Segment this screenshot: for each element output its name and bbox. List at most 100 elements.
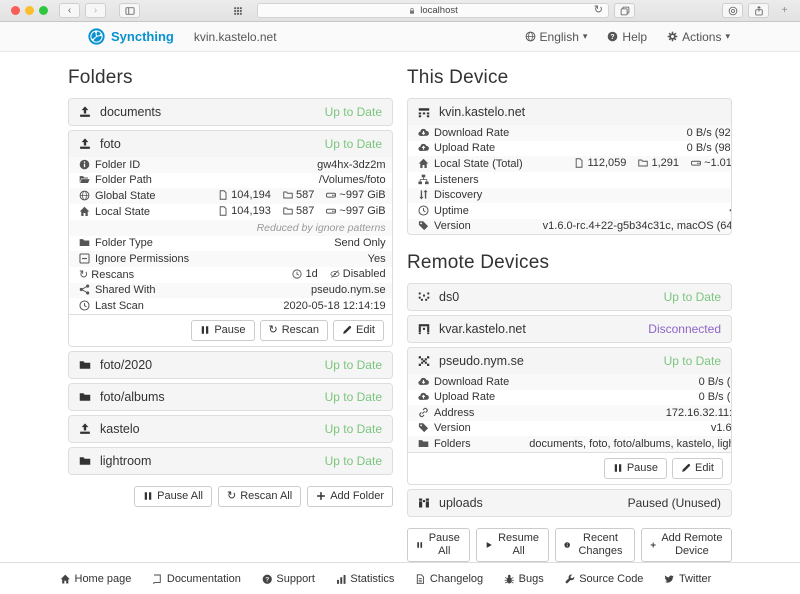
device-row-kvar[interactable]: kvar.kastelo.net Disconnected <box>408 316 731 342</box>
chevron-down-icon: ▾ <box>725 31 730 42</box>
pause-device-button[interactable]: Pause <box>604 458 667 479</box>
reader-button[interactable] <box>722 3 743 18</box>
bug-icon <box>504 574 515 585</box>
pause-button[interactable]: Pause <box>191 320 254 341</box>
help-label: Help <box>622 30 647 44</box>
tab-overview-icon[interactable] <box>227 3 248 18</box>
folder-row-lightroom[interactable]: lightroom Up to Date <box>69 448 392 474</box>
folder-name: documents <box>100 105 161 119</box>
forward-button[interactable]: › <box>85 3 106 18</box>
folder-icon <box>79 237 90 248</box>
row-address: Address 172.16.32.11:22000 <box>408 405 732 421</box>
documentation-link[interactable]: Documentation <box>152 573 241 585</box>
help-link[interactable]: Help <box>607 30 647 44</box>
folder-row-kastelo[interactable]: kastelo Up to Date <box>69 416 392 442</box>
folder-name: kastelo <box>100 422 140 436</box>
twitter-link[interactable]: Twitter <box>664 573 711 585</box>
edit-device-button[interactable]: Edit <box>672 458 723 479</box>
reload-button[interactable]: ↻ <box>594 5 603 16</box>
device-row-pseudo[interactable]: pseudo.nym.se Up to Date <box>408 348 731 374</box>
minimize-window-button[interactable] <box>25 6 34 15</box>
file-icon <box>218 190 228 200</box>
device-panel-kvar: kvar.kastelo.net Disconnected <box>407 315 732 343</box>
this-device-table: Download Rate 0 B/s (928 B) Upload Rate … <box>408 125 732 234</box>
row-local-state: Local State 104,193 587 ~997 GiB <box>69 204 393 220</box>
folder-icon <box>79 455 91 467</box>
row-folder-type: Folder Type Send Only <box>69 236 393 252</box>
pause-all-folders-button[interactable]: Pause All <box>134 486 212 507</box>
this-device-row[interactable]: kvin.kastelo.net <box>408 99 731 125</box>
folder-row-documents[interactable]: documents Up to Date <box>69 99 392 125</box>
folder-panel-documents: documents Up to Date <box>68 98 393 126</box>
folders-title: Folders <box>68 67 393 89</box>
rescan-all-button[interactable]: ↻Rescan All <box>218 486 301 507</box>
pause-icon <box>416 540 423 550</box>
folder-icon <box>79 359 91 371</box>
book-icon <box>152 574 163 585</box>
folder-row-foto-albums[interactable]: foto/albums Up to Date <box>69 384 392 410</box>
pause-all-devices-button[interactable]: Pause All <box>407 528 470 562</box>
back-button[interactable]: ‹ <box>59 3 80 18</box>
folder-actions: Pause ↻Rescan Edit <box>69 314 392 346</box>
upload-folder-icon <box>79 138 91 150</box>
device-row-ds0[interactable]: ds0 Up to Date <box>408 284 731 310</box>
device-identicon <box>418 291 430 303</box>
clock-icon <box>292 269 302 279</box>
support-link[interactable]: Support <box>262 573 315 585</box>
device-identicon <box>418 355 430 367</box>
sidebar-toggle-button[interactable] <box>119 3 140 18</box>
rescan-button[interactable]: ↻Rescan <box>260 320 329 341</box>
plus-icon <box>650 540 656 550</box>
row-global-state: Global State 104,194 587 ~997 GiB <box>69 188 393 204</box>
chevron-down-icon: ▾ <box>583 31 588 42</box>
folder-icon <box>79 391 91 403</box>
folders-footer-actions: Pause All ↻Rescan All Add Folder <box>68 486 393 507</box>
play-icon <box>485 540 493 550</box>
zoom-window-button[interactable] <box>39 6 48 15</box>
bugs-link[interactable]: Bugs <box>504 573 544 585</box>
changelog-link[interactable]: Changelog <box>415 573 483 585</box>
hdd-icon <box>326 190 336 200</box>
statistics-link[interactable]: Statistics <box>336 573 395 585</box>
devices-column: This Device kvin.kastelo.net Download Ra… <box>407 52 732 562</box>
address-bar[interactable]: localhost ↻ <box>257 3 609 18</box>
clock-icon <box>418 205 429 216</box>
row-shared-with: Shared With pseudo.nym.se <box>69 283 393 299</box>
device-row-uploads[interactable]: uploads Paused (Unused) <box>408 490 731 516</box>
lock-icon <box>408 7 416 15</box>
device-name: uploads <box>439 496 483 510</box>
status-badge: Up to Date <box>664 354 721 368</box>
folder-panel-kastelo: kastelo Up to Date <box>68 415 393 443</box>
folder-panel-lightroom: lightroom Up to Date <box>68 447 393 475</box>
share-button[interactable] <box>748 3 769 18</box>
folder-name: foto <box>100 137 121 151</box>
device-name: kvin.kastelo.net <box>439 105 525 119</box>
cloud-upload-icon <box>418 391 429 402</box>
language-dropdown[interactable]: English ▾ <box>525 30 588 44</box>
folder-details-table: Folder ID gw4hx-3dz2m Folder Path /Volum… <box>69 157 393 314</box>
source-code-link[interactable]: Source Code <box>565 573 644 585</box>
pencil-icon <box>342 325 352 335</box>
pause-icon <box>200 325 210 335</box>
home-page-link[interactable]: Home page <box>60 573 131 585</box>
actions-dropdown[interactable]: Actions ▾ <box>667 30 730 44</box>
remote-devices-title: Remote Devices <box>407 252 732 274</box>
cloud-upload-icon <box>418 142 429 153</box>
brand[interactable]: Syncthing <box>88 28 174 45</box>
folder-row-foto[interactable]: foto Up to Date <box>69 131 392 157</box>
folder-row-foto-2020[interactable]: foto/2020 Up to Date <box>69 352 392 378</box>
recent-changes-button[interactable]: Recent Changes <box>555 528 635 562</box>
upload-folder-icon <box>79 423 91 435</box>
new-tab-button[interactable]: + <box>774 3 795 18</box>
resume-all-button[interactable]: Resume All <box>476 528 549 562</box>
status-badge: Disconnected <box>648 322 721 336</box>
add-folder-button[interactable]: Add Folder <box>307 486 393 507</box>
exchange-icon <box>418 189 429 200</box>
edit-button[interactable]: Edit <box>333 320 384 341</box>
tag-icon <box>418 220 429 231</box>
status-badge: Up to Date <box>664 290 721 304</box>
close-window-button[interactable] <box>11 6 20 15</box>
show-all-tabs-button[interactable] <box>614 3 635 18</box>
add-remote-device-button[interactable]: Add Remote Device <box>641 528 732 562</box>
home-icon <box>60 574 71 585</box>
